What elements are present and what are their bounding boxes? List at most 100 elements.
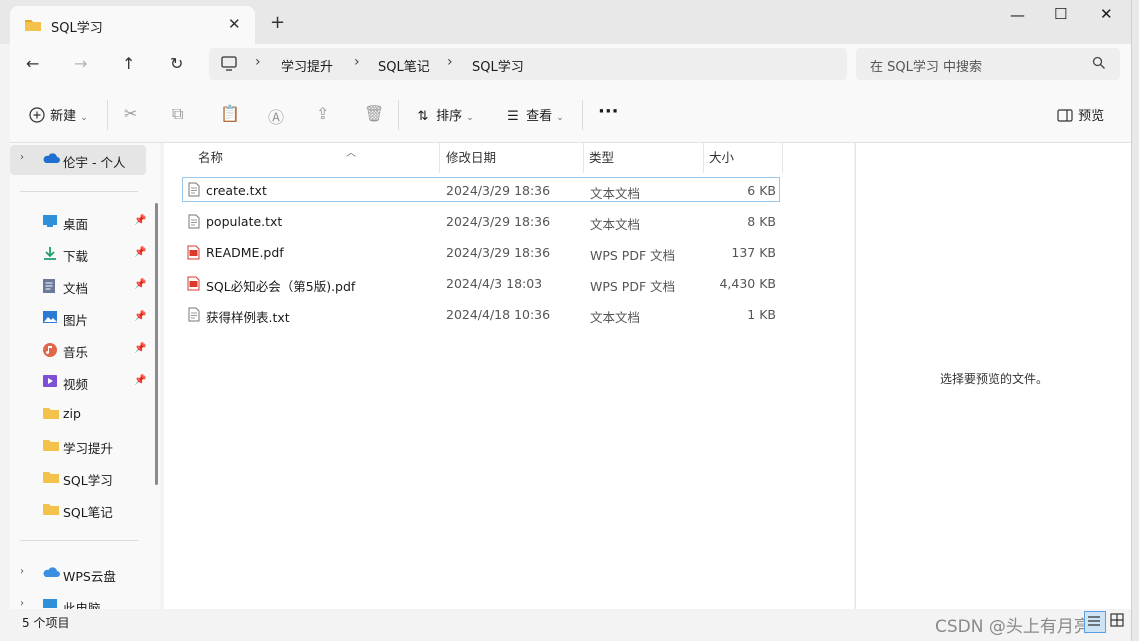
sidebar-item-label: WPS云盘 <box>63 569 116 584</box>
view-button[interactable]: ☰ 查看 ⌄ <box>504 105 564 124</box>
new-tab-button[interactable]: + <box>270 12 285 33</box>
more-options-button[interactable]: ··· <box>598 101 619 122</box>
divider <box>107 100 108 130</box>
search-input[interactable]: 在 SQL学习 中搜索 <box>870 56 982 75</box>
breadcrumb-sql-study[interactable]: SQL学习 <box>472 56 524 75</box>
sidebar-item-label: zip <box>63 406 81 421</box>
file-type: 文本文档 <box>590 186 641 201</box>
refresh-button[interactable]: ↻ <box>170 54 183 73</box>
sidebar-item-wps-cloud[interactable]: › WPS云盘 <box>10 559 160 589</box>
tab-sql-study[interactable]: SQL学习 ✕ <box>10 6 255 44</box>
divider <box>398 100 399 130</box>
breadcrumb[interactable]: › 学习提升 › SQL笔记 › SQL学习 <box>209 48 847 80</box>
minimize-button[interactable]: — <box>1010 6 1025 24</box>
sidebar-item-label: 下载 <box>63 249 89 264</box>
pin-icon: 📌 <box>134 375 147 386</box>
column-header-size[interactable]: 大小 <box>709 147 779 171</box>
desktop-icon <box>42 214 58 231</box>
breadcrumb-sql-notes[interactable]: SQL笔记 <box>378 56 430 75</box>
column-header-modified[interactable]: 修改日期 <box>446 147 581 171</box>
sidebar-item-study[interactable]: 学习提升 <box>10 431 160 461</box>
pin-icon: 📌 <box>134 279 147 290</box>
sidebar-item-label: 音乐 <box>63 345 89 360</box>
column-divider[interactable] <box>782 143 783 173</box>
file-type: 文本文档 <box>590 310 641 325</box>
sidebar-item-videos[interactable]: 视频 📌 <box>10 367 160 397</box>
chevron-right-icon: › <box>255 54 261 70</box>
details-view-button[interactable] <box>1084 611 1106 633</box>
sidebar-item-onedrive[interactable]: › 伦宇 - 个人 <box>10 145 146 175</box>
column-divider[interactable] <box>439 143 440 173</box>
cut-icon[interactable]: ✂ <box>124 104 137 123</box>
sidebar-item-sql-notes[interactable]: SQL笔记 <box>10 495 160 525</box>
chevron-right-icon[interactable]: › <box>20 152 24 163</box>
sidebar-item-pictures[interactable]: 图片 📌 <box>10 303 160 333</box>
preview-pane-button[interactable]: 预览 <box>1056 105 1104 124</box>
sidebar-item-desktop[interactable]: 桌面 📌 <box>10 207 160 237</box>
sidebar-item-label: 视频 <box>63 377 89 392</box>
sidebar-item-this-pc[interactable]: › 此电脑 <box>10 591 160 609</box>
back-button[interactable]: ← <box>26 54 39 73</box>
up-button[interactable]: ↑ <box>122 54 135 73</box>
column-divider[interactable] <box>703 143 704 173</box>
chevron-right-icon[interactable]: › <box>20 598 24 609</box>
sidebar-item-label: SQL笔记 <box>63 505 113 520</box>
sidebar-item-zip[interactable]: zip <box>10 399 160 429</box>
file-modified: 2024/4/3 18:03 <box>446 276 543 291</box>
pictures-icon <box>42 310 58 327</box>
sort-button[interactable]: ⇅ 排序 ⌄ <box>414 105 474 124</box>
new-button[interactable]: 新建 ⌄ <box>28 105 88 124</box>
rename-icon[interactable]: Ⓐ <box>268 104 284 128</box>
close-tab-icon[interactable]: ✕ <box>228 15 241 33</box>
address-row: ← → ↑ ↻ › 学习提升 › SQL笔记 › SQL学习 在 SQL学习 中… <box>10 44 1131 88</box>
column-divider[interactable] <box>583 143 584 173</box>
chevron-right-icon[interactable]: › <box>20 566 24 577</box>
column-label: 类型 <box>589 150 615 165</box>
pin-icon: 📌 <box>134 311 147 322</box>
tiles-view-button[interactable] <box>1108 611 1128 631</box>
copy-icon[interactable]: ⧉ <box>172 104 183 124</box>
computer-icon <box>42 598 58 609</box>
column-header-name[interactable]: ︿ 名称 <box>198 147 438 171</box>
delete-icon[interactable]: 🗑 <box>364 104 384 123</box>
table-row[interactable]: create.txt 2024/3/29 18:36 文本文档 6 KB <box>182 177 780 202</box>
divider <box>20 191 138 192</box>
table-row[interactable]: README.pdf 2024/3/29 18:36 WPS PDF 文档 13… <box>182 240 778 264</box>
title-bar: SQL学习 ✕ + — ☐ ✕ <box>0 0 1131 44</box>
table-row[interactable]: populate.txt 2024/3/29 18:36 文本文档 8 KB <box>182 209 778 233</box>
sidebar-item-label: 桌面 <box>63 217 89 232</box>
paste-icon[interactable]: 📋 <box>220 104 240 123</box>
close-window-button[interactable]: ✕ <box>1100 5 1113 23</box>
file-size: 6 KB <box>747 183 776 198</box>
forward-button[interactable]: → <box>74 54 87 73</box>
share-icon[interactable]: ⇪ <box>316 104 329 123</box>
folder-icon <box>42 502 60 519</box>
breadcrumb-study[interactable]: 学习提升 <box>281 56 333 75</box>
divider <box>582 100 583 130</box>
column-header-type[interactable]: 类型 <box>589 147 699 171</box>
folder-icon <box>42 406 60 423</box>
file-name: SQL必知必会（第5版).pdf <box>206 279 356 294</box>
sort-ascending-icon: ︿ <box>346 148 356 159</box>
file-list: ︿ 名称 修改日期 类型 大小 create.txt 2024/3/29 18:… <box>164 143 854 609</box>
pdf-file-icon <box>187 245 200 263</box>
cloud-icon <box>42 566 60 581</box>
folder-icon <box>24 17 42 35</box>
sidebar-item-downloads[interactable]: 下载 📌 <box>10 239 160 269</box>
sidebar-item-music[interactable]: 音乐 📌 <box>10 335 160 365</box>
sidebar-item-label: 图片 <box>63 313 89 328</box>
sidebar-item-sql-study[interactable]: SQL学习 <box>10 463 160 493</box>
music-icon <box>42 342 58 361</box>
sidebar-item-documents[interactable]: 文档 📌 <box>10 271 160 301</box>
sidebar-scrollbar[interactable] <box>155 203 158 485</box>
watermark: CSDN @头上有月亮 <box>935 617 1091 637</box>
new-label: 新建 <box>50 109 77 124</box>
file-type: WPS PDF 文档 <box>590 248 676 263</box>
preview-pane-icon <box>1056 109 1074 124</box>
table-row[interactable]: SQL必知必会（第5版).pdf 2024/4/3 18:03 WPS PDF … <box>182 271 778 295</box>
file-name: populate.txt <box>206 214 283 229</box>
maximize-button[interactable]: ☐ <box>1054 5 1067 23</box>
search-box[interactable]: 在 SQL学习 中搜索 <box>856 48 1120 80</box>
pin-icon: 📌 <box>134 343 147 354</box>
table-row[interactable]: 获得样例表.txt 2024/4/18 10:36 文本文档 1 KB <box>182 302 778 326</box>
